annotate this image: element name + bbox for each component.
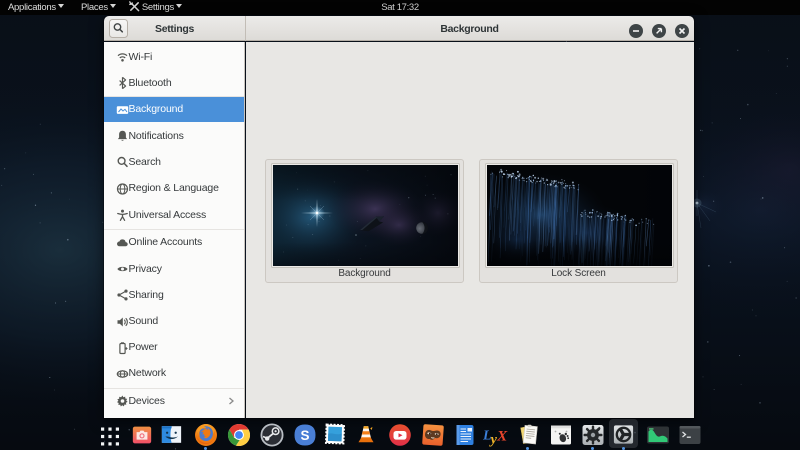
svg-text:X: X	[496, 427, 508, 444]
svg-text:S: S	[300, 428, 309, 443]
